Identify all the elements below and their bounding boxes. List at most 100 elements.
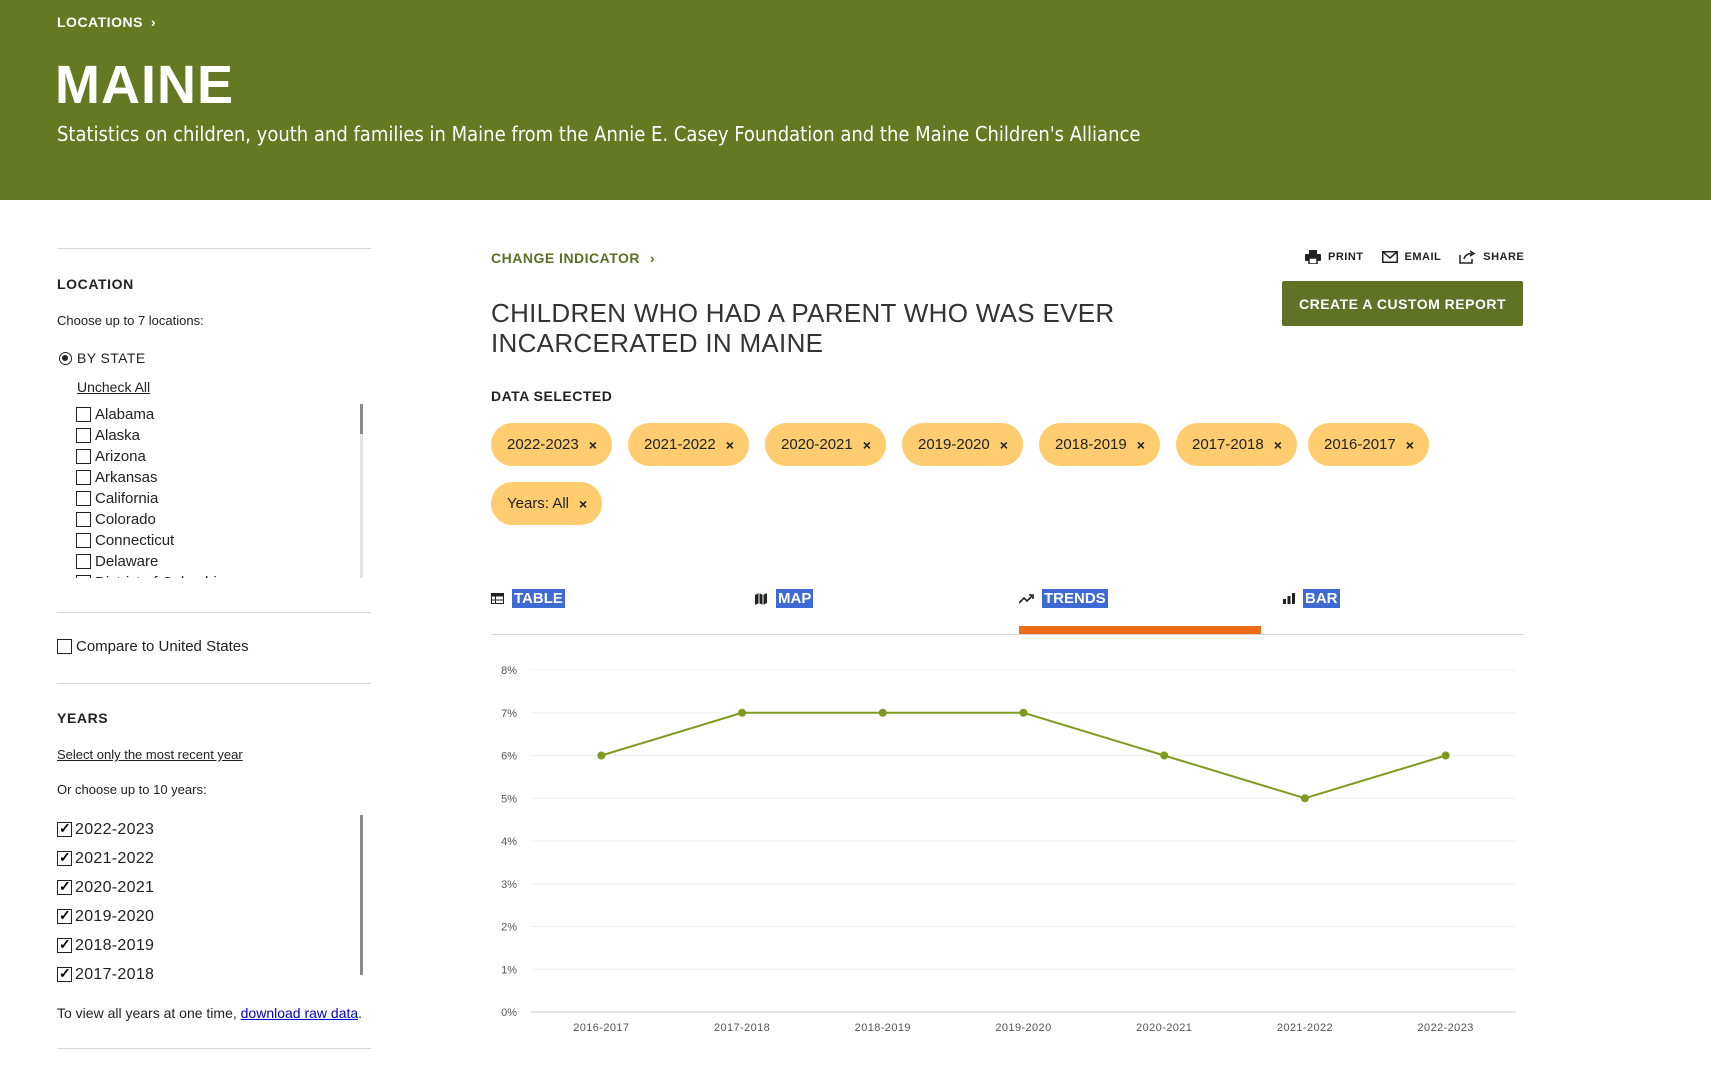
close-icon[interactable]: × [863, 437, 871, 453]
year-list-scrollbar[interactable] [360, 815, 363, 975]
tab-bar[interactable]: BAR [1283, 589, 1340, 608]
close-icon[interactable]: × [1406, 437, 1414, 453]
tab-table-label: TABLE [512, 589, 565, 608]
page-header: LOCATIONS › MAINE Statistics on children… [0, 0, 1711, 200]
checkbox[interactable] [76, 449, 91, 464]
year-list[interactable]: 2022-2023 2021-2022 2020-2021 2019-2020 2018… [57, 815, 357, 985]
checkbox[interactable] [76, 428, 91, 443]
create-custom-report-button[interactable]: CREATE A CUSTOM REPORT [1282, 281, 1523, 326]
tab-map-label: MAP [776, 589, 814, 608]
state-option[interactable]: Arizona [76, 446, 366, 467]
year-option[interactable]: 2019-2020 [57, 902, 357, 931]
checkbox[interactable] [76, 575, 91, 578]
checkbox-checked[interactable] [57, 849, 72, 866]
data-chip-label: 2020-2021 [781, 436, 853, 453]
recent-year-link[interactable]: Select only the most recent year [57, 747, 243, 762]
year-option-label: 2020-2021 [75, 878, 155, 896]
checkbox-checked[interactable] [57, 878, 72, 895]
data-chip[interactable]: 2022-2023 × [491, 423, 612, 466]
state-option[interactable]: California [76, 488, 366, 509]
state-option[interactable]: Alabama [76, 404, 366, 425]
close-icon[interactable]: × [1000, 437, 1008, 453]
tab-table[interactable]: TABLE [491, 589, 565, 608]
checkbox[interactable] [76, 533, 91, 548]
data-chip[interactable]: 2020-2021 × [765, 423, 886, 466]
compare-us-checkbox[interactable]: Compare to United States [57, 638, 249, 655]
data-chip[interactable]: 2019-2020 × [902, 423, 1023, 466]
x-tick-label: 2017-2018 [714, 1022, 770, 1034]
compare-us-label: Compare to United States [76, 638, 249, 655]
state-option-label: Alabama [95, 406, 155, 423]
close-icon[interactable]: × [726, 437, 734, 453]
divider [57, 612, 371, 613]
close-icon[interactable]: × [1274, 437, 1282, 453]
close-icon[interactable]: × [579, 496, 587, 512]
x-tick-label: 2020-2021 [1136, 1022, 1192, 1034]
by-state-label: BY STATE [77, 350, 146, 366]
breadcrumb[interactable]: LOCATIONS › [57, 14, 156, 30]
state-option-label: Connecticut [95, 532, 175, 549]
year-option-label: 2018-2019 [75, 936, 155, 954]
print-button[interactable]: PRINT [1305, 250, 1364, 264]
close-icon[interactable]: × [1137, 437, 1145, 453]
table-icon [491, 593, 504, 604]
checkbox-checked[interactable] [57, 965, 72, 982]
checkbox-checked[interactable] [57, 907, 72, 924]
data-chip-label: 2018-2019 [1055, 436, 1127, 453]
share-button[interactable]: SHARE [1459, 250, 1524, 264]
data-chip[interactable]: 2017-2018 × [1176, 423, 1297, 466]
y-tick-label: 7% [501, 708, 517, 720]
close-icon[interactable]: × [589, 437, 597, 453]
data-chip[interactable]: 2021-2022 × [628, 423, 749, 466]
radio-selected-icon[interactable] [59, 351, 72, 365]
data-chip[interactable]: 2016-2017 × [1308, 423, 1429, 466]
state-list-scroll-track [360, 434, 363, 578]
data-point [1300, 794, 1309, 803]
state-option[interactable]: District of Columbia [76, 572, 366, 578]
data-point [1441, 751, 1450, 760]
breadcrumb-locations[interactable]: LOCATIONS [57, 14, 143, 30]
change-indicator-link[interactable]: CHANGE INDICATOR › [491, 250, 655, 266]
divider [57, 248, 371, 249]
year-option[interactable]: 2021-2022 [57, 844, 357, 873]
state-list-scrollbar[interactable] [360, 404, 363, 434]
divider [57, 683, 371, 684]
checkbox[interactable] [76, 491, 91, 506]
year-option[interactable]: 2017-2018 [57, 960, 357, 985]
data-chip[interactable]: 2018-2019 × [1039, 423, 1160, 466]
year-option[interactable]: 2018-2019 [57, 931, 357, 960]
year-option[interactable]: 2022-2023 [57, 815, 357, 844]
raw-data-prefix: To view all years at one time, [57, 1005, 241, 1021]
email-button[interactable]: EMAIL [1381, 250, 1442, 264]
state-option[interactable]: Connecticut [76, 530, 366, 551]
checkbox-checked[interactable] [57, 820, 72, 837]
years-hint: Or choose up to 10 years: [57, 782, 207, 797]
data-chip[interactable]: Years: All × [491, 482, 603, 525]
state-option[interactable]: Alaska [76, 425, 366, 446]
uncheck-all-link[interactable]: Uncheck All [77, 379, 150, 395]
state-option[interactable]: Delaware [76, 551, 366, 572]
data-point [878, 708, 887, 717]
download-raw-data-link[interactable]: download raw data [241, 1005, 359, 1021]
year-option-label: 2021-2022 [75, 849, 155, 867]
checkbox[interactable] [57, 639, 72, 654]
share-icon [1459, 250, 1476, 264]
tab-map[interactable]: MAP [755, 589, 814, 608]
by-state-radio[interactable]: BY STATE [59, 350, 146, 366]
y-tick-label: 2% [501, 922, 517, 934]
map-icon [755, 592, 767, 605]
checkbox[interactable] [76, 554, 91, 569]
state-option[interactable]: Arkansas [76, 467, 366, 488]
location-section-title: LOCATION [57, 276, 134, 292]
state-option[interactable]: Colorado [76, 509, 366, 530]
state-list[interactable]: Alabama Alaska Arizona Arkansas California Co… [76, 404, 366, 578]
checkbox-checked[interactable] [57, 936, 72, 953]
checkbox[interactable] [76, 470, 91, 485]
checkbox[interactable] [76, 407, 91, 422]
state-option-label: California [95, 490, 159, 507]
tab-trends[interactable]: TRENDS [1019, 589, 1108, 608]
indicator-title: CHILDREN WHO HAD A PARENT WHO WAS EVER I… [491, 298, 1115, 358]
y-tick-label: 6% [501, 751, 517, 763]
year-option[interactable]: 2020-2021 [57, 873, 357, 902]
checkbox[interactable] [76, 512, 91, 527]
